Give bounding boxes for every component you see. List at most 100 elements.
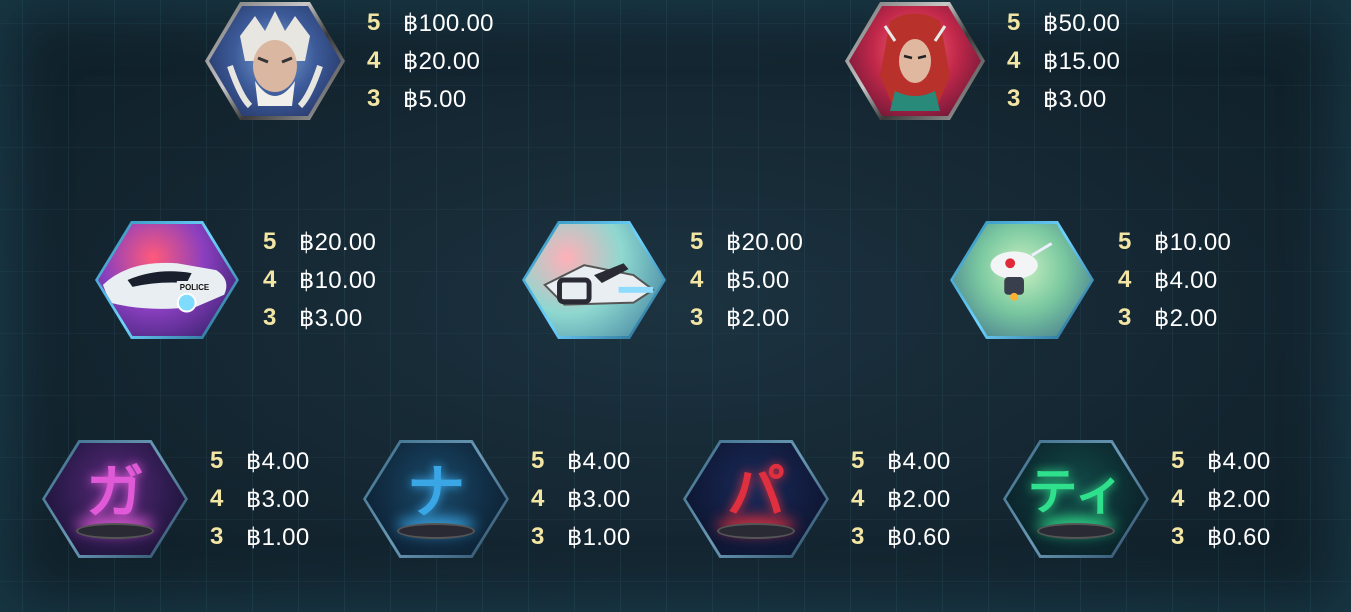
- match-count: 3: [367, 85, 381, 112]
- payout-amount: ฿4.00: [246, 447, 310, 475]
- police-label: POLICE: [180, 283, 209, 292]
- payout-amount: ฿5.00: [726, 266, 790, 294]
- pay-row: 4 ฿3.00: [210, 485, 309, 514]
- match-count: 4: [210, 485, 224, 512]
- katakana-ti-icon: ティ: [1003, 440, 1149, 558]
- match-count: 3: [851, 523, 865, 550]
- symbol-redhair: 5 ฿50.00 4 ฿15.00 3 ฿3.00: [845, 2, 1120, 120]
- pay-row: 4 ฿10.00: [263, 266, 376, 295]
- match-count: 4: [1118, 266, 1132, 293]
- payout-amount: ฿5.00: [403, 85, 467, 113]
- symbol-ga: ガ 5 ฿4.00 4 ฿3.00 3 ฿1.00: [42, 440, 309, 558]
- payout-amount: ฿2.00: [887, 485, 951, 513]
- payout-amount: ฿2.00: [726, 304, 790, 332]
- pay-row: 4 ฿2.00: [1171, 485, 1270, 514]
- payout-amount: ฿2.00: [1154, 304, 1218, 332]
- match-count: 3: [690, 304, 704, 331]
- drone-icon: [950, 221, 1094, 339]
- pay-row: 4 ฿5.00: [690, 266, 803, 295]
- payout-amount: ฿1.00: [567, 523, 631, 551]
- match-count: 5: [1118, 228, 1132, 255]
- pay-row: 5 ฿20.00: [263, 228, 376, 257]
- pay-row: 4 ฿20.00: [367, 47, 494, 76]
- payout-amount: ฿4.00: [567, 447, 631, 475]
- symbol-na: ナ 5 ฿4.00 4 ฿3.00 3 ฿1.00: [363, 440, 630, 558]
- drone-paytable: 5 ฿10.00 4 ฿4.00 3 ฿2.00: [1118, 228, 1231, 333]
- katakana-na-icon: ナ: [363, 440, 509, 558]
- elder-paytable: 5 ฿100.00 4 ฿20.00 3 ฿5.00: [367, 9, 494, 114]
- payout-amount: ฿4.00: [1207, 447, 1271, 475]
- pay-row: 4 ฿2.00: [851, 485, 950, 514]
- match-count: 3: [531, 523, 545, 550]
- pay-row: 3 ฿5.00: [367, 85, 494, 114]
- payout-amount: ฿10.00: [299, 266, 377, 294]
- pay-row: 3 ฿0.60: [851, 523, 950, 552]
- payout-amount: ฿10.00: [1154, 228, 1232, 256]
- payout-amount: ฿50.00: [1043, 9, 1121, 37]
- police-hovercar-icon: POLICE: [95, 221, 239, 339]
- match-count: 5: [1171, 447, 1185, 474]
- match-count: 3: [1007, 85, 1021, 112]
- payout-amount: ฿1.00: [246, 523, 310, 551]
- pay-row: 3 ฿3.00: [1007, 85, 1120, 114]
- match-count: 5: [210, 447, 224, 474]
- pay-row: 5 ฿4.00: [851, 447, 950, 476]
- pay-row: 5 ฿100.00: [367, 9, 494, 38]
- pedestal: [717, 523, 795, 539]
- pedestal: [1037, 523, 1115, 539]
- match-count: 5: [531, 447, 545, 474]
- pay-row: 5 ฿4.00: [210, 447, 309, 476]
- glyph-na: ナ: [406, 458, 465, 526]
- match-count: 3: [210, 523, 224, 550]
- pay-row: 3 ฿3.00: [263, 304, 376, 333]
- match-count: 3: [263, 304, 277, 331]
- bike-paytable: 5 ฿20.00 4 ฿5.00 3 ฿2.00: [690, 228, 803, 333]
- match-count: 5: [1007, 9, 1021, 36]
- match-count: 5: [367, 9, 381, 36]
- pedestal: [76, 523, 154, 539]
- na-paytable: 5 ฿4.00 4 ฿3.00 3 ฿1.00: [531, 447, 630, 552]
- pay-row: 5 ฿50.00: [1007, 9, 1120, 38]
- katakana-pa-icon: パ: [683, 440, 829, 558]
- red-haired-warrior-icon: [845, 2, 985, 120]
- police-paytable: 5 ฿20.00 4 ฿10.00 3 ฿3.00: [263, 228, 376, 333]
- payout-amount: ฿4.00: [1154, 266, 1218, 294]
- pay-row: 3 ฿1.00: [210, 523, 309, 552]
- ga-paytable: 5 ฿4.00 4 ฿3.00 3 ฿1.00: [210, 447, 309, 552]
- symbol-drone: 5 ฿10.00 4 ฿4.00 3 ฿2.00: [950, 221, 1231, 339]
- pay-row: 5 ฿20.00: [690, 228, 803, 257]
- pay-row: 5 ฿4.00: [531, 447, 630, 476]
- match-count: 3: [1118, 304, 1132, 331]
- payout-amount: ฿3.00: [246, 485, 310, 513]
- match-count: 3: [1171, 523, 1185, 550]
- symbol-pa: パ 5 ฿4.00 4 ฿2.00 3 ฿0.60: [683, 440, 950, 558]
- pay-row: 5 ฿4.00: [1171, 447, 1270, 476]
- redhair-paytable: 5 ฿50.00 4 ฿15.00 3 ฿3.00: [1007, 9, 1120, 114]
- symbol-police: POLICE 5 ฿20.00 4 ฿10.00 3 ฿3.00: [95, 221, 376, 339]
- match-count: 4: [851, 485, 865, 512]
- match-count: 4: [690, 266, 704, 293]
- payout-amount: ฿3.00: [299, 304, 363, 332]
- payout-amount: ฿20.00: [726, 228, 804, 256]
- pay-row: 3 ฿0.60: [1171, 523, 1270, 552]
- match-count: 4: [367, 47, 381, 74]
- payout-amount: ฿3.00: [567, 485, 631, 513]
- pay-row: 4 ฿3.00: [531, 485, 630, 514]
- elder-warrior-icon: [205, 2, 345, 120]
- pay-row: 3 ฿2.00: [690, 304, 803, 333]
- match-count: 5: [690, 228, 704, 255]
- symbol-bike: 5 ฿20.00 4 ฿5.00 3 ฿2.00: [522, 221, 803, 339]
- glyph-pa: パ: [726, 458, 785, 526]
- symbol-ti: ティ 5 ฿4.00 4 ฿2.00 3 ฿0.60: [1003, 440, 1270, 558]
- payout-amount: ฿4.00: [887, 447, 951, 475]
- payout-amount: ฿20.00: [299, 228, 377, 256]
- payout-amount: ฿3.00: [1043, 85, 1107, 113]
- hoverbike-icon: [522, 221, 666, 339]
- match-count: 5: [851, 447, 865, 474]
- match-count: 5: [263, 228, 277, 255]
- payout-amount: ฿100.00: [403, 9, 494, 37]
- payout-amount: ฿0.60: [887, 523, 951, 551]
- payout-amount: ฿20.00: [403, 47, 481, 75]
- symbol-elder: 5 ฿100.00 4 ฿20.00 3 ฿5.00: [205, 2, 494, 120]
- pedestal: [397, 523, 475, 539]
